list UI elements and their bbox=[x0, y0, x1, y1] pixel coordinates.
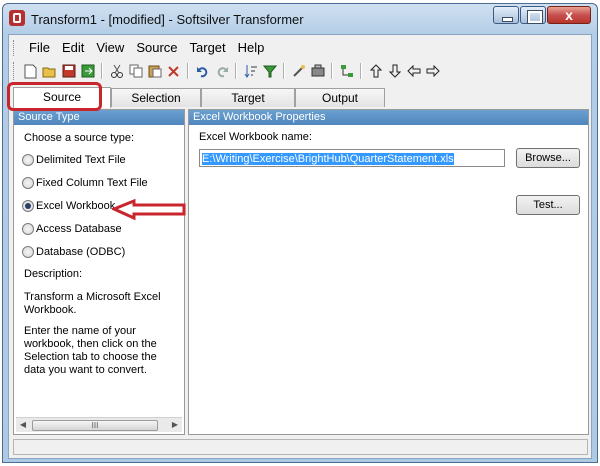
radio-label: Database (ODBC) bbox=[36, 246, 126, 258]
toolbar-separator bbox=[360, 63, 362, 79]
radio-button[interactable] bbox=[22, 177, 34, 189]
test-button[interactable]: Test... bbox=[516, 195, 580, 215]
browse-button[interactable]: Browse... bbox=[516, 148, 580, 168]
right-arrow-icon[interactable] bbox=[425, 64, 440, 79]
radio-access-database[interactable]: Access Database bbox=[22, 223, 122, 235]
tab-selection[interactable]: Selection bbox=[111, 88, 201, 107]
menu-target[interactable]: Target bbox=[184, 38, 232, 58]
window-title: Transform1 - [modified] - Softsilver Tra… bbox=[31, 12, 304, 27]
menu-bar: File Edit View Source Target Help bbox=[13, 38, 270, 58]
toolbar bbox=[13, 60, 442, 82]
up-arrow-icon[interactable] bbox=[368, 64, 383, 79]
filter-icon[interactable] bbox=[262, 64, 277, 79]
left-arrow-icon[interactable] bbox=[406, 64, 421, 79]
radio-database-odbc[interactable]: Database (ODBC) bbox=[22, 246, 125, 258]
radio-label: Fixed Column Text File bbox=[36, 177, 148, 189]
sort-icon[interactable] bbox=[243, 64, 258, 79]
source-type-prompt: Choose a source type: bbox=[24, 132, 135, 144]
radio-label: Excel Workbook bbox=[36, 200, 116, 212]
app-window: Transform1 - [modified] - Softsilver Tra… bbox=[2, 3, 598, 463]
workbook-path-input[interactable]: E:\Writing\Exercise\BrightHub\QuarterSta… bbox=[199, 149, 505, 167]
radio-button[interactable] bbox=[22, 200, 34, 212]
down-arrow-icon[interactable] bbox=[387, 64, 402, 79]
paste-icon[interactable] bbox=[147, 64, 162, 79]
workbook-path-value: E:\Writing\Exercise\BrightHub\QuarterSta… bbox=[202, 153, 454, 165]
settings-icon[interactable] bbox=[310, 64, 325, 79]
close-button[interactable]: x bbox=[547, 6, 591, 24]
toolbar-separator bbox=[283, 63, 285, 79]
toolbar-separator bbox=[235, 63, 237, 79]
wizard-icon[interactable] bbox=[291, 64, 306, 79]
scroll-left-icon[interactable]: ◀ bbox=[17, 419, 29, 431]
cut-icon[interactable] bbox=[109, 64, 124, 79]
workbook-name-label: Excel Workbook name: bbox=[199, 131, 312, 143]
toolbar-separator bbox=[187, 63, 189, 79]
scroll-thumb[interactable]: III bbox=[32, 420, 158, 431]
radio-button[interactable] bbox=[22, 223, 34, 235]
tab-output[interactable]: Output bbox=[295, 88, 385, 107]
radio-label: Access Database bbox=[36, 223, 122, 235]
copy-icon[interactable] bbox=[128, 64, 143, 79]
save-icon[interactable] bbox=[61, 64, 76, 79]
source-type-header: Source Type bbox=[14, 110, 184, 125]
menu-edit[interactable]: Edit bbox=[56, 38, 90, 58]
export-icon[interactable] bbox=[80, 64, 95, 79]
new-icon[interactable] bbox=[23, 64, 38, 79]
toolbar-grip bbox=[13, 62, 17, 80]
radio-button[interactable] bbox=[22, 246, 34, 258]
status-bar bbox=[13, 439, 588, 455]
radio-button[interactable] bbox=[22, 154, 34, 166]
scroll-right-icon[interactable]: ▶ bbox=[169, 419, 181, 431]
radio-label: Delimited Text File bbox=[36, 154, 126, 166]
description-instructions: Enter the name of your workbook, then cl… bbox=[24, 325, 157, 376]
annotation-highlight bbox=[7, 82, 102, 111]
caption-buttons: x bbox=[492, 6, 591, 26]
maximize-button[interactable] bbox=[520, 6, 546, 24]
menu-source[interactable]: Source bbox=[130, 38, 183, 58]
minimize-button[interactable] bbox=[493, 6, 519, 24]
toolbar-separator bbox=[331, 63, 333, 79]
radio-excel-workbook[interactable]: Excel Workbook bbox=[22, 200, 115, 212]
menu-view[interactable]: View bbox=[90, 38, 130, 58]
menu-help[interactable]: Help bbox=[232, 38, 271, 58]
description-text: Transform a Microsoft Excel Workbook. bbox=[24, 291, 161, 316]
app-icon bbox=[9, 10, 25, 26]
properties-pane: Excel Workbook Properties Excel Workbook… bbox=[188, 109, 589, 435]
source-type-pane: Source Type Choose a source type: Delimi… bbox=[13, 109, 185, 435]
horizontal-scrollbar[interactable]: ◀ III ▶ bbox=[16, 417, 182, 432]
menu-grip bbox=[13, 40, 17, 56]
toolbar-separator bbox=[101, 63, 103, 79]
menu-file[interactable]: File bbox=[23, 38, 56, 58]
title-bar[interactable]: Transform1 - [modified] - Softsilver Tra… bbox=[3, 4, 597, 34]
radio-fixed-column[interactable]: Fixed Column Text File bbox=[22, 177, 148, 189]
annotation-arrow-icon bbox=[112, 199, 186, 221]
tab-target[interactable]: Target bbox=[201, 88, 295, 107]
undo-icon[interactable] bbox=[195, 64, 210, 79]
hierarchy-icon[interactable] bbox=[339, 64, 354, 79]
redo-icon[interactable] bbox=[214, 64, 229, 79]
open-icon[interactable] bbox=[42, 64, 57, 79]
close-icon: x bbox=[565, 7, 573, 23]
description-label: Description: bbox=[24, 268, 83, 280]
delete-icon[interactable] bbox=[166, 64, 181, 79]
radio-delimited-text[interactable]: Delimited Text File bbox=[22, 154, 126, 166]
properties-header: Excel Workbook Properties bbox=[189, 110, 588, 125]
